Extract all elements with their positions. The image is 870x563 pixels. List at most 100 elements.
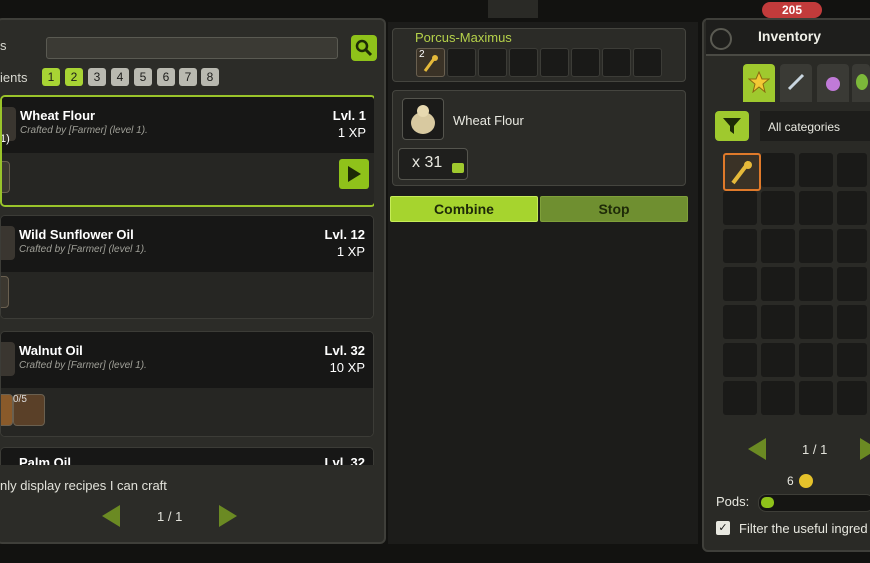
craft-play-button[interactable] (339, 159, 369, 189)
workshop-slot[interactable] (540, 48, 569, 77)
inventory-slot[interactable] (761, 191, 795, 225)
workshop-slot[interactable] (571, 48, 600, 77)
category-value: All categories (768, 120, 841, 134)
filter-icon (723, 118, 741, 134)
inventory-slot[interactable] (799, 153, 833, 187)
recipe-walnut-oil[interactable]: Walnut Oil Crafted by [Farmer] (level 1)… (0, 331, 374, 437)
play-icon (348, 166, 361, 182)
workshop-slot[interactable] (633, 48, 662, 77)
search-button[interactable] (351, 35, 377, 61)
level-button-6[interactable]: 6 (157, 68, 175, 86)
tab-resources[interactable] (852, 64, 870, 102)
inventory-slot[interactable] (761, 229, 795, 263)
inventory-slot[interactable] (761, 305, 795, 339)
craft-item-name: Wheat Flour (453, 113, 524, 128)
combine-button[interactable]: Combine (390, 196, 538, 222)
inventory-next-page-button[interactable] (860, 438, 870, 460)
inventory-slot[interactable] (799, 381, 833, 415)
level-button-8[interactable]: 8 (201, 68, 219, 86)
inventory-slot[interactable] (761, 381, 795, 415)
pods-fill (761, 497, 774, 508)
search-input[interactable] (46, 37, 338, 59)
search-label: s (0, 38, 7, 53)
inventory-slot[interactable] (837, 191, 867, 225)
category-filter-button[interactable] (715, 111, 749, 141)
sword-icon (787, 73, 805, 91)
inventory-slot[interactable] (837, 343, 867, 377)
inventory-slot[interactable] (837, 153, 867, 187)
recipe-palm-oil[interactable]: Palm Oil Lvl. 32 (0, 447, 374, 465)
inventory-slot[interactable] (799, 267, 833, 301)
inventory-title: Inventory (758, 28, 822, 44)
workshop-slot[interactable] (478, 48, 507, 77)
quantity-value: x 31 (412, 154, 443, 171)
inventory-slot[interactable] (723, 153, 761, 191)
inventory-slot[interactable] (723, 381, 757, 415)
level-button-3[interactable]: 3 (88, 68, 106, 86)
workshop-slot[interactable] (447, 48, 476, 77)
level-button-1[interactable]: 1 (42, 68, 60, 86)
ingredient-slot[interactable] (2, 161, 10, 193)
inventory-page-indicator: 1 / 1 (802, 442, 828, 457)
workshop-slot[interactable] (602, 48, 631, 77)
filter-useful-checkbox[interactable]: ✓ (716, 521, 730, 535)
recipe-xp: 1 XP (336, 244, 365, 259)
tab-favorites[interactable] (743, 64, 775, 102)
recipe-name: Palm Oil (19, 455, 72, 465)
inventory-slot[interactable] (761, 153, 795, 187)
recipe-xp: 1 XP (337, 125, 366, 140)
recipes-prev-page-button[interactable] (102, 505, 120, 527)
level-button-4[interactable]: 4 (111, 68, 129, 86)
kamas-icon (799, 474, 813, 488)
inventory-slot[interactable] (837, 229, 867, 263)
only-craftable-toggle-label[interactable]: nly display recipes I can craft (0, 478, 167, 493)
recipes-next-page-button[interactable] (219, 505, 237, 527)
recipe-crafted-by: Crafted by [Farmer] (level 1). (19, 360, 147, 371)
recipe-body (1, 272, 373, 318)
level-button-5[interactable]: 5 (134, 68, 152, 86)
recipe-level: Lvl. 1 (332, 108, 366, 123)
recipe-icon-badge: 1) (0, 133, 10, 145)
recipe-wild-sunflower-oil[interactable]: Wild Sunflower Oil Crafted by [Farmer] (… (0, 215, 374, 319)
recipe-name: Wheat Flour (20, 108, 96, 123)
workshop-slot[interactable] (509, 48, 538, 77)
inventory-slot[interactable] (761, 267, 795, 301)
star-icon (748, 71, 770, 93)
inventory-slot[interactable] (723, 343, 757, 377)
recipe-xp: 10 XP (329, 360, 365, 375)
wheat-flour-icon (402, 98, 444, 140)
inventory-prev-page-button[interactable] (748, 438, 766, 460)
ingredient-slot[interactable] (1, 276, 9, 308)
inventory-slot[interactable] (723, 191, 757, 225)
recipe-crafted-by: Crafted by [Farmer] (level 1). (19, 244, 147, 255)
stop-button[interactable]: Stop (540, 196, 688, 222)
recipe-wheat-flour[interactable]: 1) Wheat Flour Crafted by [Farmer] (leve… (0, 95, 374, 207)
ingredient-count: 0/5 (13, 394, 27, 405)
inventory-slot[interactable] (837, 267, 867, 301)
kamas-value: 6 (787, 474, 794, 488)
potion-icon (826, 77, 840, 91)
workshop-slot-filled[interactable]: 2 (416, 48, 445, 77)
quantity-more-icon[interactable] (452, 163, 464, 173)
ingredient-slot[interactable] (1, 394, 13, 426)
inventory-slot[interactable] (723, 229, 757, 263)
inventory-slot[interactable] (723, 305, 757, 339)
inventory-slot[interactable] (723, 267, 757, 301)
inventory-slot[interactable] (837, 305, 867, 339)
recipe-body (1, 388, 373, 436)
level-button-7[interactable]: 7 (179, 68, 197, 86)
recipe-level: Lvl. 32 (324, 343, 365, 358)
inventory-slot[interactable] (799, 191, 833, 225)
inventory-slot[interactable] (761, 343, 795, 377)
inventory-slot[interactable] (837, 381, 867, 415)
top-avatar (488, 0, 538, 18)
tab-equipment[interactable] (780, 64, 812, 102)
inventory-slot[interactable] (799, 305, 833, 339)
recipes-page-indicator: 1 / 1 (157, 509, 183, 524)
inventory-slot[interactable] (799, 343, 833, 377)
tab-consumables[interactable] (817, 64, 849, 102)
flour-sack-icon (411, 105, 435, 134)
inventory-slot[interactable] (799, 229, 833, 263)
filter-useful-label: Filter the useful ingred (739, 521, 868, 536)
level-button-2[interactable]: 2 (65, 68, 83, 86)
